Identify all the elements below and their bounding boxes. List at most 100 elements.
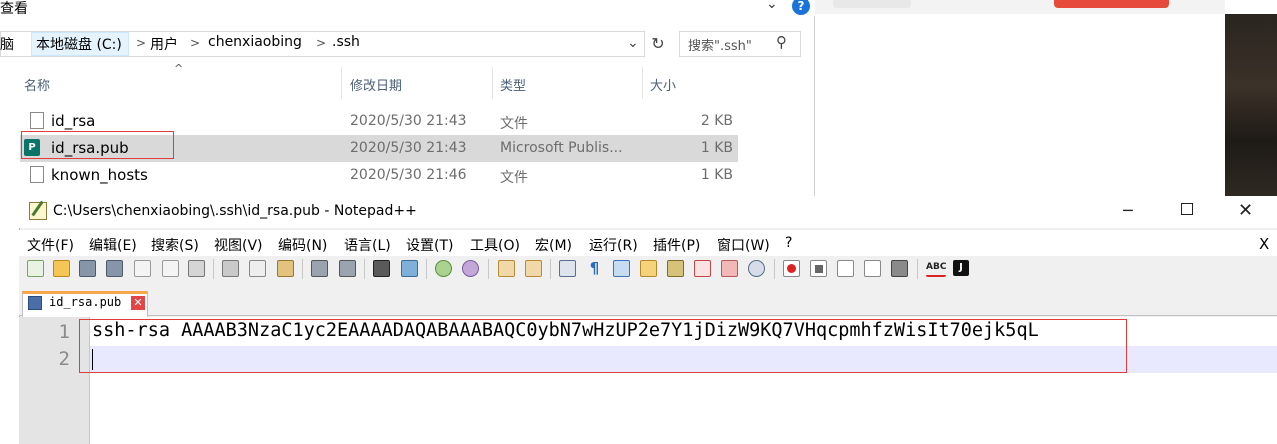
print-icon[interactable]	[188, 260, 205, 277]
toolbar-separator	[364, 259, 365, 279]
column-header-modified[interactable]: 修改日期	[350, 75, 402, 94]
menu-file[interactable]: 文件(F)	[27, 235, 74, 255]
toolbar-separator	[774, 259, 775, 279]
column-divider[interactable]	[341, 67, 342, 99]
line-number: 2	[58, 348, 70, 370]
menu-macro[interactable]: 宏(M)	[535, 235, 572, 255]
record-macro-icon[interactable]	[783, 260, 800, 277]
breadcrumb-separator-icon[interactable]: >	[190, 36, 200, 50]
line-number: 1	[58, 321, 70, 343]
close-icon[interactable]: ✕	[1238, 200, 1253, 221]
breadcrumb-local-disk[interactable]: 本地磁盘 (C:)	[36, 34, 122, 54]
show-all-characters-icon[interactable]: ¶	[586, 260, 603, 277]
ribbon	[0, 0, 815, 16]
column-divider[interactable]	[642, 67, 643, 99]
file-modified: 2020/5/30 21:43	[350, 113, 467, 129]
document-map-icon[interactable]	[667, 260, 684, 277]
save-macro-icon[interactable]	[891, 260, 908, 277]
maximize-icon[interactable]	[1181, 203, 1193, 215]
user-language-icon[interactable]	[640, 260, 657, 277]
address-dropdown-chevron-icon[interactable]: ⌄	[627, 35, 639, 51]
breadcrumb-separator-icon[interactable]: >	[316, 36, 326, 50]
find-icon[interactable]	[373, 260, 390, 277]
new-file-icon[interactable]	[27, 260, 44, 277]
file-size: 2 KB	[700, 113, 733, 129]
open-file-icon[interactable]	[53, 260, 70, 277]
column-header-name[interactable]: 名称	[24, 75, 50, 94]
sort-ascending-icon: ^	[174, 62, 184, 75]
redo-icon[interactable]	[339, 260, 356, 277]
highlight-annotation-box	[79, 319, 1127, 373]
breadcrumb-user-folder[interactable]: chenxiaobing	[208, 34, 302, 50]
file-name[interactable]: id_rsa	[51, 112, 95, 130]
stop-recording-icon[interactable]	[810, 260, 827, 277]
save-all-icon[interactable]	[106, 260, 123, 277]
menu-tools[interactable]: 工具(O)	[470, 235, 520, 255]
close-document-icon[interactable]: X	[1259, 235, 1269, 253]
saved-file-icon	[28, 296, 42, 310]
file-size: 1 KB	[700, 140, 733, 156]
sync-vertical-icon[interactable]	[498, 260, 515, 277]
menu-view[interactable]: 视图(V)	[214, 235, 263, 255]
word-wrap-icon[interactable]	[559, 260, 576, 277]
sync-horizontal-icon[interactable]	[525, 260, 542, 277]
toolbar-separator	[426, 259, 427, 279]
file-icon	[30, 166, 44, 183]
plugin-j-icon[interactable]: J	[953, 260, 969, 276]
close-all-icon[interactable]	[162, 260, 179, 277]
indent-guide-icon[interactable]	[613, 260, 630, 277]
menu-edit[interactable]: 编辑(E)	[89, 235, 137, 255]
refresh-icon[interactable]: ↻	[648, 31, 668, 57]
toolbar-separator	[302, 259, 303, 279]
minimize-icon[interactable]: ─	[1123, 201, 1133, 220]
menu-plugins[interactable]: 插件(P)	[653, 235, 700, 255]
breadcrumb-this-pc[interactable]: 脑	[0, 34, 14, 54]
background-photo	[1225, 14, 1277, 196]
breadcrumb-ssh-folder[interactable]: .ssh	[332, 34, 360, 50]
paste-icon[interactable]	[277, 260, 294, 277]
background-window	[815, 0, 1277, 196]
close-file-icon[interactable]	[134, 260, 151, 277]
menu-encoding[interactable]: 编码(N)	[278, 235, 327, 255]
ribbon-expand-chevron-icon[interactable]: ⌄	[766, 0, 778, 12]
monitoring-icon[interactable]	[748, 260, 765, 277]
menu-language[interactable]: 语言(L)	[344, 235, 391, 255]
toolbar-separator	[550, 259, 551, 279]
highlight-annotation-box	[21, 131, 174, 159]
zoom-in-icon[interactable]	[435, 260, 452, 277]
file-size: 1 KB	[700, 167, 733, 183]
column-divider[interactable]	[492, 67, 493, 99]
playback-macro-icon[interactable]	[837, 260, 854, 277]
file-modified: 2020/5/30 21:46	[350, 167, 467, 183]
column-header-size[interactable]: 大小	[650, 75, 676, 94]
breadcrumb-users[interactable]: 用户	[150, 34, 178, 54]
save-icon[interactable]	[79, 260, 96, 277]
column-header-type[interactable]: 类型	[500, 75, 526, 94]
menu-bar	[19, 230, 1277, 256]
undo-icon[interactable]	[311, 260, 328, 277]
folder-as-workspace-icon[interactable]	[721, 260, 738, 277]
file-icon	[30, 112, 44, 129]
copy-icon[interactable]	[249, 260, 266, 277]
replace-icon[interactable]	[401, 260, 418, 277]
cut-icon[interactable]	[222, 260, 239, 277]
spell-check-icon[interactable]: ABC	[926, 260, 946, 277]
tab-close-icon[interactable]: ✕	[131, 296, 145, 310]
run-macro-multiple-icon[interactable]	[864, 260, 881, 277]
menu-help[interactable]: ?	[785, 235, 792, 251]
function-list-icon[interactable]	[694, 260, 711, 277]
zoom-out-icon[interactable]	[462, 260, 479, 277]
file-modified: 2020/5/30 21:43	[350, 140, 467, 156]
file-type: Microsoft Publis...	[500, 140, 623, 156]
breadcrumb-separator-icon[interactable]: >	[136, 36, 146, 50]
file-name[interactable]: known_hosts	[51, 166, 148, 184]
menu-search[interactable]: 搜索(S)	[151, 235, 199, 255]
menu-window[interactable]: 窗口(W)	[717, 235, 770, 255]
search-icon[interactable]: ⚲	[776, 33, 787, 51]
ribbon-view-tab[interactable]: 查看	[0, 0, 28, 18]
menu-settings[interactable]: 设置(T)	[406, 235, 453, 255]
notepad-app-icon	[29, 202, 47, 220]
file-type: 文件	[500, 170, 528, 186]
tab-label[interactable]: id_rsa.pub	[49, 295, 121, 309]
menu-run[interactable]: 运行(R)	[589, 235, 638, 255]
